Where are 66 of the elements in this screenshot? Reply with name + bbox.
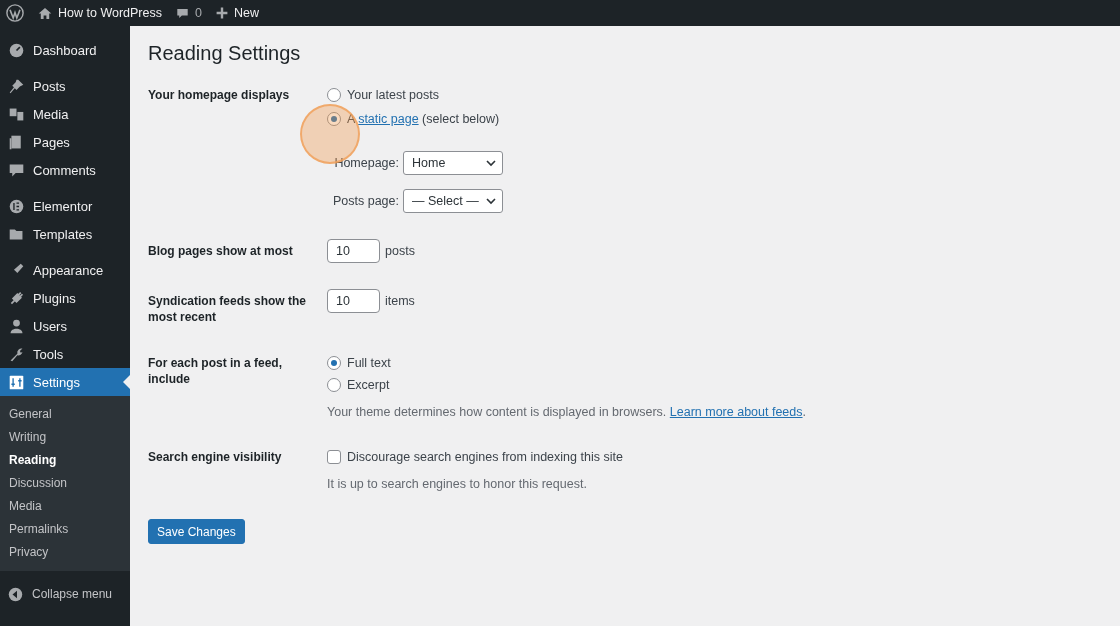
letter-e-icon	[8, 197, 25, 215]
description-text: Your theme determines how content is displayed in browsers. Learn more about feeds.	[327, 405, 807, 419]
sidebar-menu-item[interactable]: Users	[0, 312, 130, 340]
plus-icon	[215, 7, 228, 19]
option-label: A static page (select below)	[347, 112, 500, 126]
site-name-link[interactable]: How to WordPress	[38, 6, 162, 20]
plug-icon	[8, 289, 25, 307]
unit-label: items	[385, 294, 415, 308]
submenu-item[interactable]: Privacy	[0, 540, 130, 563]
pin-icon	[8, 77, 25, 95]
radio-button[interactable]	[327, 88, 341, 102]
sidebar-menu-item[interactable]: Elementor	[0, 192, 130, 220]
number-input[interactable]: 10	[327, 289, 380, 313]
field-label: Your homepage displays	[148, 87, 291, 104]
select-label: Posts page:	[333, 194, 399, 208]
option-label: Full text	[347, 356, 391, 370]
chevron-down-icon	[486, 159, 496, 167]
sidebar-menu-item[interactable]: Comments	[0, 156, 130, 184]
select-label: Homepage:	[334, 156, 399, 170]
page-dropdown[interactable]: Home	[403, 151, 503, 175]
submenu-item[interactable]: Writing	[0, 425, 130, 448]
description-text: It is up to search engines to honor this request.	[327, 477, 588, 491]
wrench-icon	[8, 345, 25, 363]
submenu-item[interactable]: Reading	[0, 448, 130, 471]
static-page-link[interactable]: static page	[358, 112, 419, 126]
comments-link[interactable]: 0	[175, 6, 202, 20]
left-arrow-circle-icon	[8, 586, 23, 602]
sidebar-menu-item[interactable]: Media	[0, 100, 130, 128]
field-label: Search engine visibility	[148, 449, 283, 466]
learn-more-link[interactable]: Learn more about feeds	[669, 405, 803, 419]
wordpress-logo-icon[interactable]	[6, 4, 24, 22]
radio-button[interactable]	[327, 378, 341, 392]
new-content-link[interactable]: New	[215, 6, 259, 20]
submenu-item[interactable]: Media	[0, 494, 130, 517]
house-icon	[38, 6, 52, 20]
option-label: Your latest posts	[347, 88, 439, 102]
sliders-icon	[8, 373, 25, 391]
gauge-icon	[8, 41, 25, 59]
submenu-item[interactable]: Permalinks	[0, 517, 130, 540]
checkbox[interactable]	[327, 450, 341, 464]
unit-label: posts	[385, 244, 415, 258]
option-label: Excerpt	[347, 378, 390, 392]
page-dropdown[interactable]: — Select —	[403, 189, 503, 213]
sidebar-menu-item[interactable]: Pages	[0, 128, 130, 156]
radio-button[interactable]	[327, 356, 341, 370]
field-label: Blog pages show at most	[148, 243, 294, 260]
sidebar-menu-item[interactable]: Tools	[0, 340, 130, 368]
page-title: Reading Settings	[148, 42, 302, 65]
sidebar-menu-item[interactable]: Plugins	[0, 284, 130, 312]
sidebar-menu-item[interactable]: Posts	[0, 72, 130, 100]
submenu-item[interactable]: Discussion	[0, 471, 130, 494]
collapse-menu-button[interactable]: Collapse menu	[0, 579, 130, 609]
sidebar-menu-item[interactable]: Settings	[0, 368, 130, 396]
checkbox-label: Discourage search engines from indexing this site	[347, 450, 623, 464]
chevron-down-icon	[486, 197, 496, 205]
sidebar-menu-item[interactable]: Templates	[0, 220, 130, 248]
radio-button[interactable]	[327, 112, 341, 126]
field-label: Syndication feeds show the most recent	[148, 293, 308, 325]
speech-bubble-icon	[175, 6, 189, 20]
field-label: For each post in a feed, include	[148, 355, 284, 388]
person-icon	[8, 317, 25, 335]
save-changes-button[interactable]: Save Changes	[148, 519, 245, 544]
number-input[interactable]: 10	[327, 239, 380, 263]
submenu-item[interactable]: General	[0, 402, 130, 425]
sidebar-menu-item[interactable]: Appearance	[0, 256, 130, 284]
sidebar-menu-item[interactable]: Dashboard	[0, 36, 130, 64]
